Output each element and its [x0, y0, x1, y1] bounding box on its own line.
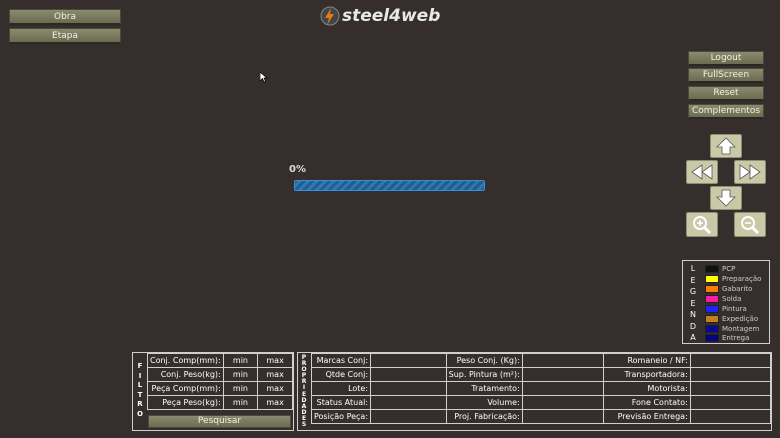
legend-title: LEG END A: [689, 264, 697, 342]
min-input[interactable]: min: [222, 381, 259, 396]
min-input[interactable]: min: [222, 395, 259, 410]
filter-row: Conj. Comp(mm): min max: [147, 353, 293, 368]
progress-label: 0%: [289, 164, 306, 175]
legend-swatch: [705, 265, 719, 273]
min-input[interactable]: min: [222, 353, 259, 368]
property-value: [370, 395, 447, 410]
property-value: [370, 367, 447, 382]
zoom-in-button[interactable]: [686, 212, 718, 237]
legend-item: Expedição: [705, 314, 758, 324]
legend-swatch: [705, 285, 719, 293]
property-value: [521, 409, 604, 424]
zoom-in-icon: [693, 215, 712, 234]
max-input[interactable]: max: [257, 367, 293, 382]
logout-button[interactable]: Logout: [688, 51, 764, 66]
properties-row: Status Atual: Volume: Fone Contato:: [310, 395, 772, 410]
fast-backward-icon: [691, 164, 713, 180]
max-input[interactable]: max: [257, 395, 293, 410]
legend-swatch: [705, 305, 719, 313]
filter-row: Peça Peso(kg): min max: [147, 395, 293, 410]
property-value: [370, 409, 447, 424]
obra-button[interactable]: Obra: [9, 9, 121, 25]
pan-right-button[interactable]: [734, 160, 766, 184]
max-input[interactable]: max: [257, 353, 293, 368]
filter-table: Conj. Comp(mm): min max Conj. Peso(kg): …: [147, 353, 293, 410]
legend-swatch: [705, 295, 719, 303]
zoom-out-icon: [741, 215, 760, 234]
legend-swatch: [705, 334, 719, 342]
fullscreen-button[interactable]: FullScreen: [688, 68, 764, 83]
mouse-cursor-icon: [260, 72, 268, 83]
properties-row: Lote: Tratamento: Motorista:: [310, 381, 772, 396]
complementos-button[interactable]: Complementos: [688, 104, 764, 119]
property-value: [689, 409, 772, 424]
etapa-button[interactable]: Etapa: [9, 28, 121, 44]
property-value: [689, 395, 772, 410]
properties-row: Posição Peça: Proj. Fabricação: Previsão…: [310, 409, 772, 424]
legend-item: Pintura: [705, 304, 747, 314]
min-input[interactable]: min: [222, 367, 259, 382]
logo-icon: [320, 6, 340, 26]
legend-item: PCP: [705, 264, 735, 274]
pan-up-button[interactable]: [710, 134, 742, 158]
property-value: [521, 367, 604, 382]
legend-swatch: [705, 275, 719, 283]
legend-swatch: [705, 325, 719, 333]
filter-title: FIL TRO: [137, 362, 143, 418]
search-button[interactable]: Pesquisar: [148, 415, 291, 428]
logo: steel4web: [318, 5, 440, 27]
arrow-down-icon: [716, 189, 736, 207]
property-value: [370, 381, 447, 396]
legend-item: Gabarito: [705, 284, 752, 294]
property-value: [521, 381, 604, 396]
properties-row: Qtde Conj: Sup. Pintura (m²): Transporta…: [310, 367, 772, 382]
legend-item: Solda: [705, 294, 741, 304]
logo-text: steel4web: [342, 6, 441, 26]
property-value: [689, 381, 772, 396]
fast-forward-icon: [739, 164, 761, 180]
pan-left-button[interactable]: [686, 160, 718, 184]
properties-row: Marcas Conj: Peso Conj. (Kg): Romaneio /…: [310, 353, 772, 368]
legend-swatch: [705, 315, 719, 323]
reset-button[interactable]: Reset: [688, 86, 764, 101]
progress-bar: [294, 180, 485, 191]
arrow-up-icon: [716, 137, 736, 155]
legend: LEG END A PCP Preparação Gabarito Solda …: [682, 260, 770, 344]
property-value: [370, 353, 447, 368]
properties-table: Marcas Conj: Peso Conj. (Kg): Romaneio /…: [310, 353, 772, 424]
property-value: [689, 367, 772, 382]
pan-down-button[interactable]: [710, 186, 742, 210]
properties-title: PRO PRI EDA DES: [301, 354, 307, 429]
max-input[interactable]: max: [257, 381, 293, 396]
legend-item: Preparação: [705, 274, 761, 284]
filter-row: Peça Comp(mm): min max: [147, 381, 293, 396]
zoom-out-button[interactable]: [734, 212, 766, 237]
filter-row: Conj. Peso(kg): min max: [147, 367, 293, 382]
property-value: [521, 353, 604, 368]
property-value: [689, 353, 772, 368]
property-value: [521, 395, 604, 410]
legend-item: Entrega: [705, 333, 749, 343]
